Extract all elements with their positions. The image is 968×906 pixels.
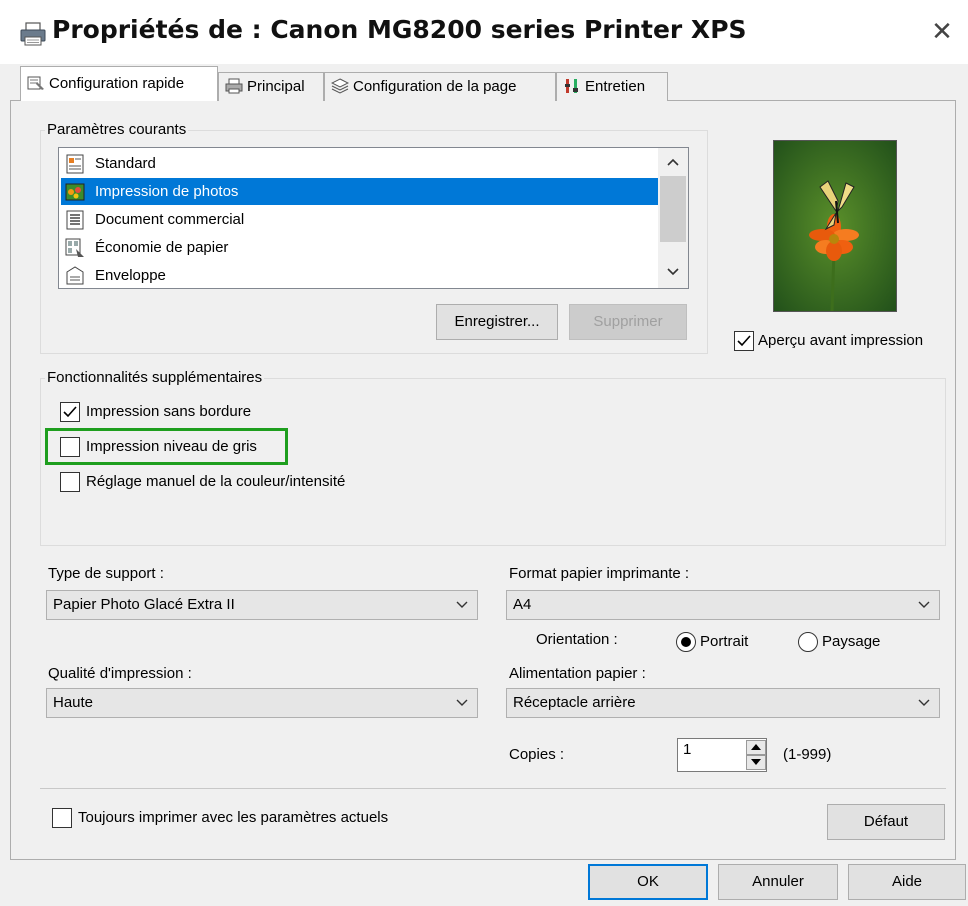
copies-decrement[interactable]: [746, 755, 766, 770]
document-icon: [65, 210, 85, 230]
borderless-checkbox[interactable]: [60, 402, 80, 422]
tab-page-setup[interactable]: Configuration de la page: [324, 72, 556, 101]
preview-image: [773, 140, 897, 312]
paper-size-label: Format papier imprimante :: [509, 565, 690, 582]
grayscale-label[interactable]: Impression niveau de gris: [86, 438, 257, 455]
print-quality-label: Qualité d'impression :: [48, 665, 192, 682]
copies-label: Copies :: [509, 746, 565, 763]
paper-source-select[interactable]: Réceptacle arrière: [506, 688, 940, 718]
orientation-label: Orientation :: [536, 631, 618, 648]
tab-page-setup-label: Configuration de la page: [353, 78, 517, 95]
triangle-up-icon: [751, 744, 761, 750]
checkmark-icon: [63, 406, 77, 418]
main-icon: [225, 78, 243, 94]
always-print-checkbox[interactable]: [52, 808, 72, 828]
tab-maintenance[interactable]: Entretien: [556, 72, 668, 101]
photo-icon: [65, 182, 85, 202]
checkmark-icon: [737, 335, 751, 347]
always-print-label[interactable]: Toujours imprimer avec les paramètres ac…: [78, 809, 388, 826]
copies-range: (1-999): [783, 746, 832, 763]
paper-size-select[interactable]: A4: [506, 590, 940, 620]
preview-checkbox[interactable]: [734, 331, 754, 351]
print-quality-select[interactable]: Haute: [46, 688, 478, 718]
portrait-radio[interactable]: [676, 632, 696, 652]
landscape-label[interactable]: Paysage: [822, 633, 880, 650]
save-button[interactable]: Enregistrer...: [436, 304, 558, 340]
scrollbar-thumb[interactable]: [660, 176, 686, 242]
manual-color-checkbox[interactable]: [60, 472, 80, 492]
list-item-standard[interactable]: Standard: [61, 150, 659, 177]
extra-features-legend: Fonctionnalités supplémentaires: [45, 369, 265, 386]
list-item-paper-saving[interactable]: Économie de papier: [61, 234, 659, 261]
window-title: Propriétés de : Canon MG8200 series Prin…: [52, 15, 747, 44]
standard-icon: [65, 154, 85, 174]
help-button[interactable]: Aide: [848, 864, 966, 900]
chevron-down-icon: [917, 689, 931, 717]
media-type-label: Type de support :: [48, 565, 164, 582]
tab-main-label: Principal: [247, 78, 305, 95]
delete-button: Supprimer: [569, 304, 687, 340]
quick-setup-icon: [27, 75, 45, 91]
copies-increment[interactable]: [746, 740, 766, 755]
envelope-icon: [65, 266, 85, 286]
separator: [40, 788, 946, 789]
list-item-envelope[interactable]: Enveloppe: [61, 262, 659, 289]
maintenance-icon: [563, 78, 581, 94]
printer-icon: [20, 22, 46, 46]
chevron-down-icon: [917, 591, 931, 619]
cancel-button[interactable]: Annuler: [718, 864, 838, 900]
tab-quick-setup-label: Configuration rapide: [49, 75, 185, 92]
current-settings-legend: Paramètres courants: [45, 121, 189, 138]
media-type-select[interactable]: Papier Photo Glacé Extra II: [46, 590, 478, 620]
grayscale-checkbox[interactable]: [60, 437, 80, 457]
radio-selected-dot: [681, 637, 691, 647]
borderless-label[interactable]: Impression sans bordure: [86, 403, 251, 420]
chevron-down-icon: [455, 591, 469, 619]
tab-main[interactable]: Principal: [218, 72, 324, 101]
paper-source-label: Alimentation papier :: [509, 665, 646, 682]
landscape-radio[interactable]: [798, 632, 818, 652]
triangle-down-icon: [751, 759, 761, 765]
chevron-down-icon: [455, 689, 469, 717]
manual-color-label[interactable]: Réglage manuel de la couleur/intensité: [86, 473, 345, 490]
settings-listbox[interactable]: Standard Impression de photos Document c…: [58, 147, 689, 289]
tab-quick-setup[interactable]: Configuration rapide: [20, 66, 218, 101]
scroll-down-icon[interactable]: [664, 262, 682, 280]
list-item-business-document[interactable]: Document commercial: [61, 206, 659, 233]
paper-saving-icon: [65, 238, 85, 258]
ok-button[interactable]: OK: [588, 864, 708, 900]
default-button[interactable]: Défaut: [827, 804, 945, 840]
scroll-up-icon[interactable]: [664, 154, 682, 172]
list-item-photo-printing[interactable]: Impression de photos: [61, 178, 659, 205]
close-button[interactable]: ✕: [924, 14, 960, 50]
tab-maintenance-label: Entretien: [585, 78, 646, 95]
portrait-label[interactable]: Portrait: [700, 633, 748, 650]
page-setup-icon: [330, 78, 350, 94]
preview-checkbox-label[interactable]: Aperçu avant impression: [758, 332, 923, 349]
